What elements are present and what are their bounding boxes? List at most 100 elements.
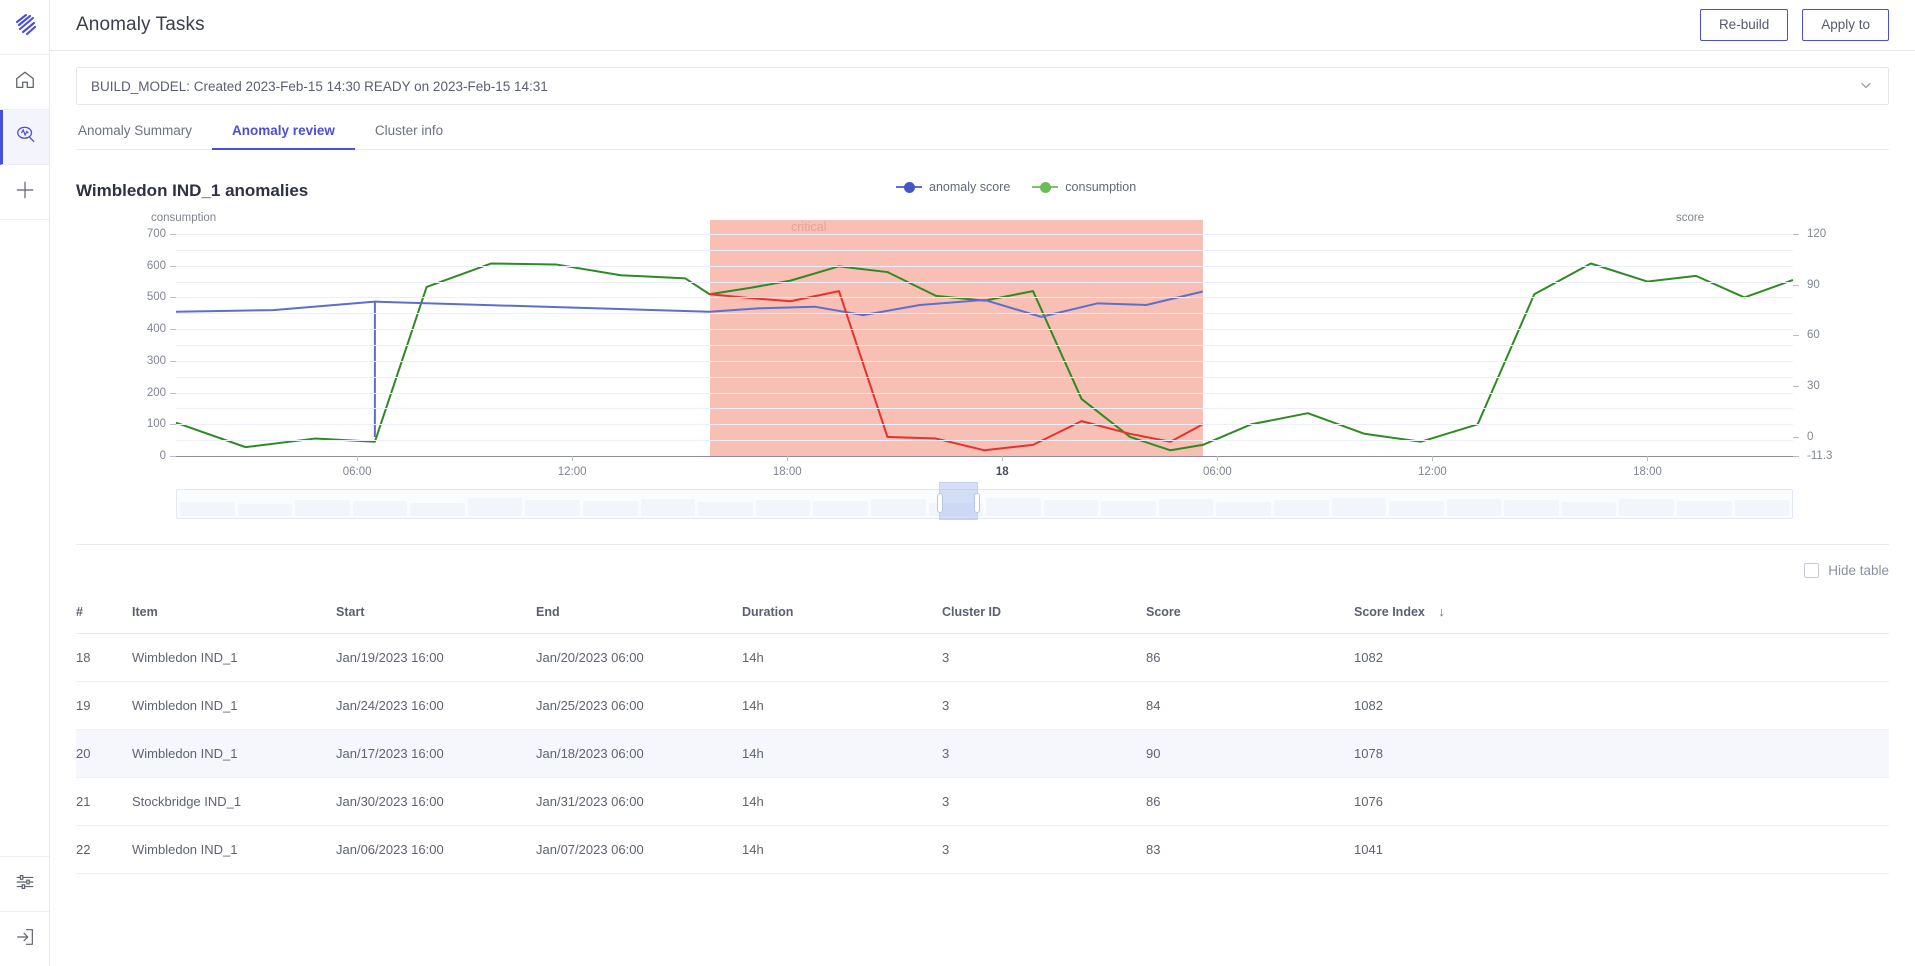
y-axis-right-tickmark xyxy=(1793,335,1799,336)
gridline xyxy=(176,345,1793,346)
cell-score: 83 xyxy=(1146,826,1354,874)
x-axis-tick: 12:00 xyxy=(558,466,587,478)
brush-bar xyxy=(1389,501,1444,516)
sliders-icon xyxy=(14,871,36,898)
cell-item: Stockbridge IND_1 xyxy=(132,778,336,826)
table-row[interactable]: 20Wimbledon IND_1Jan/17/2023 16:00Jan/18… xyxy=(76,730,1889,778)
column-header-duration[interactable]: Duration xyxy=(742,594,942,634)
hide-table-control[interactable]: Hide table xyxy=(76,563,1889,578)
gridline xyxy=(176,424,1793,425)
gridline xyxy=(176,361,1793,362)
table-row[interactable]: 18Wimbledon IND_1Jan/19/2023 16:00Jan/20… xyxy=(76,634,1889,682)
column-header-score[interactable]: Score xyxy=(1146,594,1354,634)
legend-swatch-anomaly-score xyxy=(896,182,922,193)
cell-num: 18 xyxy=(76,634,132,682)
app-root: Anomaly Tasks Re-build Apply to BUILD_MO… xyxy=(0,0,1915,966)
sidebar-item-anomaly[interactable] xyxy=(0,110,49,165)
gridline xyxy=(176,393,1793,394)
rebuild-button[interactable]: Re-build xyxy=(1700,9,1788,41)
anomaly-search-icon xyxy=(15,124,37,151)
column-header-end[interactable]: End xyxy=(536,594,742,634)
cell-start: Jan/06/2023 16:00 xyxy=(336,826,536,874)
gridline xyxy=(176,282,1793,283)
build-model-accordion[interactable]: BUILD_MODEL: Created 2023-Feb-15 14:30 R… xyxy=(76,67,1889,105)
gridline xyxy=(176,266,1793,267)
tab-cluster-info[interactable]: Cluster info xyxy=(355,123,463,150)
y-axis-right-tickmark xyxy=(1793,285,1799,286)
hide-table-label: Hide table xyxy=(1828,563,1889,578)
app-logo-icon xyxy=(13,13,37,42)
brush-bar xyxy=(1159,499,1214,516)
column-header-item[interactable]: Item xyxy=(132,594,336,634)
brush-bar xyxy=(871,499,926,516)
sidebar-item-logout[interactable] xyxy=(0,911,49,966)
table-row[interactable]: 19Wimbledon IND_1Jan/24/2023 16:00Jan/25… xyxy=(76,682,1889,730)
gridline xyxy=(176,234,1793,235)
sidebar-item-home[interactable] xyxy=(0,55,49,110)
tab-anomaly-review[interactable]: Anomaly review xyxy=(212,123,355,150)
cell-duration: 14h xyxy=(742,634,942,682)
cell-score-index: 1082 xyxy=(1354,682,1889,730)
x-axis-tickmark xyxy=(1647,456,1648,461)
cell-start: Jan/19/2023 16:00 xyxy=(336,634,536,682)
cell-cluster-id: 3 xyxy=(942,730,1146,778)
column-header-score-index[interactable]: Score Index ↓ xyxy=(1354,594,1889,634)
cell-cluster-id: 3 xyxy=(942,634,1146,682)
legend-item-anomaly-score[interactable]: anomaly score xyxy=(896,180,1010,194)
chevron-down-icon[interactable] xyxy=(1858,77,1874,96)
column-header-start[interactable]: Start xyxy=(336,594,536,634)
cell-score: 90 xyxy=(1146,730,1354,778)
gridline xyxy=(176,250,1793,251)
apply-to-button[interactable]: Apply to xyxy=(1802,9,1889,41)
table-row[interactable]: 21Stockbridge IND_1Jan/30/2023 16:00Jan/… xyxy=(76,778,1889,826)
y-axis-right-tick: 0 xyxy=(1807,431,1813,443)
brush-bar xyxy=(813,501,868,516)
app-logo[interactable] xyxy=(0,0,49,55)
y-axis-left-tickmark xyxy=(170,266,176,267)
y-axis-left-tick: 100 xyxy=(147,418,166,430)
brush-handle-right[interactable] xyxy=(974,493,980,513)
y-axis-right-tick: 120 xyxy=(1807,228,1826,240)
page-title: Anomaly Tasks xyxy=(76,14,205,36)
legend-item-consumption[interactable]: consumption xyxy=(1032,180,1136,194)
cell-start: Jan/17/2023 16:00 xyxy=(336,730,536,778)
cell-score-index: 1041 xyxy=(1354,826,1889,874)
tab-anomaly-summary[interactable]: Anomaly Summary xyxy=(76,123,212,150)
y-axis-right-tickmark xyxy=(1793,234,1799,235)
y-axis-right-tick: 90 xyxy=(1807,279,1820,291)
table-row[interactable]: 22Wimbledon IND_1Jan/06/2023 16:00Jan/07… xyxy=(76,826,1889,874)
hide-table-checkbox[interactable] xyxy=(1804,563,1819,578)
y-axis-left-tick: 600 xyxy=(147,260,166,272)
sidebar-item-settings[interactable] xyxy=(0,856,49,911)
column-header-cluster-id[interactable]: Cluster ID xyxy=(942,594,1146,634)
gridline xyxy=(176,377,1793,378)
chart-range-brush[interactable] xyxy=(176,489,1793,519)
plot-canvas[interactable]: 0100200300400500600700-11.3030609012006:… xyxy=(176,234,1793,456)
brush-bar xyxy=(295,500,350,516)
x-axis-line xyxy=(176,456,1793,457)
y-axis-left-tick: 400 xyxy=(147,323,166,335)
brush-bar xyxy=(756,500,811,516)
column-header-num[interactable]: # xyxy=(76,594,132,634)
brush-bar xyxy=(180,502,235,516)
brush-bar xyxy=(410,503,465,516)
x-axis-tick: 12:00 xyxy=(1418,466,1447,478)
brush-bar xyxy=(468,498,523,516)
brush-selection-window[interactable] xyxy=(939,482,978,520)
cell-item: Wimbledon IND_1 xyxy=(132,826,336,874)
cell-end: Jan/18/2023 06:00 xyxy=(536,730,742,778)
brush-bar xyxy=(1677,501,1732,516)
brush-handle-left[interactable] xyxy=(937,493,943,513)
brush-bar xyxy=(583,501,638,516)
cell-item: Wimbledon IND_1 xyxy=(132,634,336,682)
brush-bar xyxy=(698,502,753,516)
x-axis-tick: 06:00 xyxy=(343,466,372,478)
x-axis-tickmark xyxy=(1002,456,1003,461)
x-axis-tickmark xyxy=(357,456,358,461)
sort-descending-icon[interactable]: ↓ xyxy=(1438,604,1445,619)
brush-bar xyxy=(1619,499,1674,516)
cell-duration: 14h xyxy=(742,826,942,874)
left-nav-rail xyxy=(0,0,50,966)
y-axis-right-caption: score xyxy=(1676,212,1704,224)
sidebar-item-add[interactable] xyxy=(0,165,49,220)
